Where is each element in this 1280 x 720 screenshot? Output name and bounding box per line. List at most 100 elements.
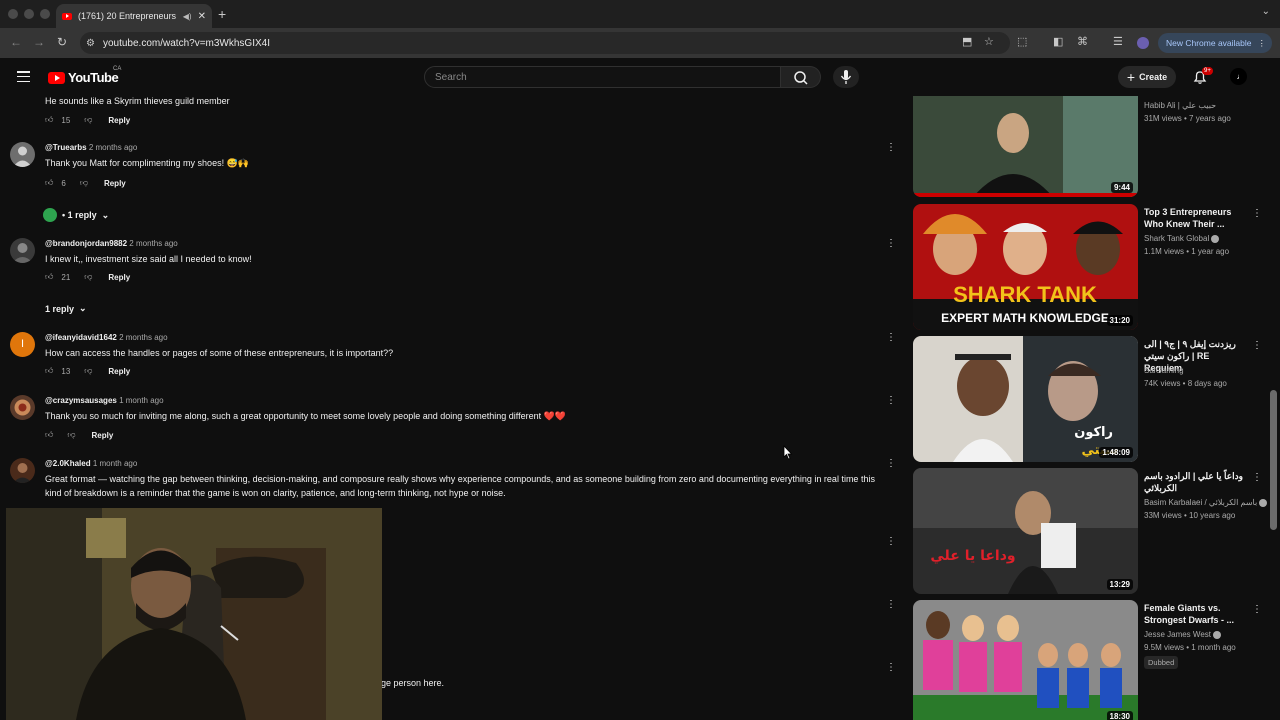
- comment-time[interactable]: 1 month ago: [119, 396, 163, 405]
- forward-icon[interactable]: →: [33, 35, 45, 49]
- site-info-icon[interactable]: ⚙: [86, 38, 95, 49]
- reply-button[interactable]: Reply: [108, 367, 130, 376]
- comment-meta: @crazymsausages 1 month ago: [45, 396, 164, 405]
- page-scrollbar[interactable]: [1270, 390, 1277, 530]
- comment-handle[interactable]: @2.0Khaled: [45, 459, 91, 468]
- tab-search-icon[interactable]: ⌄: [1262, 6, 1270, 17]
- avatar[interactable]: [10, 458, 35, 483]
- comment-more-icon[interactable]: ⋮: [886, 599, 896, 610]
- video-thumbnail[interactable]: 18:30: [913, 600, 1138, 720]
- create-button[interactable]: + Create: [1118, 66, 1176, 88]
- reading-list-icon[interactable]: ☰: [1113, 35, 1123, 48]
- comment-time[interactable]: 2 months ago: [89, 143, 137, 152]
- video-more-icon[interactable]: ⋮: [1252, 208, 1262, 219]
- comment-time[interactable]: 2 months ago: [129, 239, 177, 248]
- search-button[interactable]: [781, 66, 821, 88]
- reload-icon[interactable]: ↻: [57, 35, 67, 49]
- video-more-icon[interactable]: ⋮: [1252, 340, 1262, 351]
- reply-button[interactable]: Reply: [108, 116, 130, 125]
- comment-handle[interactable]: @crazymsausages: [45, 396, 117, 405]
- youtube-logo[interactable]: YouTube CA: [48, 66, 121, 85]
- install-app-icon[interactable]: ⬒: [962, 35, 972, 48]
- comment-more-icon[interactable]: ⋮: [886, 662, 896, 673]
- comment-more-icon[interactable]: ⋮: [886, 332, 896, 343]
- comment-handle[interactable]: @brandonjordan9882: [45, 239, 127, 248]
- video-title[interactable]: وداعاً يا علي | الرادود باسم الكربلائي: [1144, 470, 1248, 494]
- reply-button[interactable]: Reply: [92, 431, 114, 440]
- bookmark-star-icon[interactable]: ☆: [984, 35, 994, 48]
- video-meta: 9.5M views • 1 month ago: [1144, 643, 1236, 652]
- like-icon[interactable]: 👍︎: [45, 115, 53, 125]
- like-count: 21: [61, 272, 71, 282]
- speaker-icon[interactable]: ◀): [183, 12, 192, 21]
- dislike-icon[interactable]: 👎︎: [84, 366, 92, 376]
- translate-icon[interactable]: ⌘: [1077, 35, 1088, 48]
- like-icon[interactable]: 👍︎: [45, 366, 53, 376]
- video-duration: 13:29: [1106, 579, 1133, 590]
- video-thumbnail[interactable]: راكون سيتي 1:48:09: [913, 336, 1138, 462]
- like-icon[interactable]: 👍︎: [45, 430, 53, 440]
- comment-more-icon[interactable]: ⋮: [886, 536, 896, 547]
- video-thumbnail[interactable]: وداعا يا علي 13:29: [913, 468, 1138, 594]
- like-icon[interactable]: 👍︎: [45, 272, 53, 282]
- video-title[interactable]: Top 3 Entrepreneurs Who Knew Their ...: [1144, 206, 1244, 230]
- browser-tab-active[interactable]: (1761) 20 Entrepreneurs W ◀) ✕: [56, 4, 212, 28]
- avatar[interactable]: [10, 142, 35, 167]
- profile-avatar[interactable]: [1137, 37, 1149, 49]
- tab-close-icon[interactable]: ✕: [198, 11, 206, 22]
- video-channel[interactable]: Jesse James West: [1144, 630, 1221, 639]
- video-more-icon[interactable]: ⋮: [1252, 604, 1262, 615]
- reply-button[interactable]: Reply: [108, 273, 130, 282]
- back-icon[interactable]: ←: [10, 35, 22, 49]
- avatar[interactable]: [10, 238, 35, 263]
- comment-time[interactable]: 1 month ago: [93, 459, 137, 468]
- voice-search-button[interactable]: [833, 66, 859, 88]
- window-maximize-button[interactable]: [40, 9, 50, 19]
- dislike-icon[interactable]: 👎︎: [84, 115, 92, 125]
- comment-time[interactable]: 2 months ago: [119, 333, 167, 342]
- extension-icon[interactable]: ◧: [1053, 35, 1063, 48]
- country-code: CA: [113, 66, 122, 72]
- comment-more-icon[interactable]: ⋮: [886, 142, 896, 153]
- like-count: 6: [61, 178, 66, 188]
- thumb-text-1: وداعا يا علي: [930, 548, 1015, 564]
- extensions-icon[interactable]: ⬚: [1017, 35, 1027, 48]
- window-close-button[interactable]: [8, 9, 18, 19]
- comment-handle[interactable]: @Truearbs: [45, 143, 87, 152]
- comment-meta: @brandonjordan9882 2 months ago: [45, 239, 178, 248]
- video-more-icon[interactable]: ⋮: [1252, 472, 1262, 483]
- window-minimize-button[interactable]: [24, 9, 34, 19]
- video-channel[interactable]: Habib Ali | حبيب علي: [1144, 101, 1216, 110]
- video-title[interactable]: Female Giants vs. Strongest Dwarfs - ...: [1144, 602, 1244, 626]
- view-replies-button[interactable]: • 1 reply ⌄: [43, 208, 109, 222]
- avatar[interactable]: [10, 395, 35, 420]
- avatar[interactable]: I: [10, 332, 35, 357]
- comment-more-icon[interactable]: ⋮: [886, 395, 896, 406]
- dislike-icon[interactable]: 👎︎: [84, 272, 92, 282]
- search-input[interactable]: Search: [424, 66, 781, 88]
- reply-button[interactable]: Reply: [104, 179, 126, 188]
- url-text[interactable]: youtube.com/watch?v=m3WkhsGIX4I: [103, 38, 270, 49]
- new-chrome-available-button[interactable]: New Chrome available ⋮: [1157, 33, 1272, 53]
- address-bar[interactable]: ⚙ youtube.com/watch?v=m3WkhsGIX4I: [80, 32, 1010, 54]
- webcam-overlay: [6, 508, 382, 720]
- account-avatar[interactable]: ﻧ: [1230, 68, 1247, 85]
- video-thumbnail[interactable]: 9:44: [913, 96, 1138, 197]
- comment-text: I knew it,, investment size said all I n…: [45, 254, 252, 264]
- youtube-favicon-icon: [62, 12, 72, 20]
- like-icon[interactable]: 👍︎: [45, 178, 53, 188]
- menu-icon[interactable]: [17, 71, 30, 83]
- new-tab-button[interactable]: +: [218, 6, 226, 22]
- video-thumbnail[interactable]: SHARK TANK EXPERT MATH KNOWLEDGE 31:20: [913, 204, 1138, 330]
- view-replies-button[interactable]: 1 reply ⌄: [45, 303, 87, 314]
- creator-avatar: [43, 208, 57, 222]
- comment-more-icon[interactable]: ⋮: [886, 458, 896, 469]
- comment-more-icon[interactable]: ⋮: [886, 238, 896, 249]
- video-channel[interactable]: Basim Karbalaei / باسم الكربلائي: [1144, 498, 1268, 507]
- video-channel[interactable]: SalGaming: [1144, 366, 1184, 375]
- dislike-icon[interactable]: 👎︎: [67, 430, 75, 440]
- video-channel[interactable]: Shark Tank Global: [1144, 234, 1220, 243]
- dislike-icon[interactable]: 👎︎: [80, 178, 88, 188]
- comment-handle[interactable]: @ifeanyidavid1642: [45, 333, 117, 342]
- thumbnail-image: [913, 96, 1138, 197]
